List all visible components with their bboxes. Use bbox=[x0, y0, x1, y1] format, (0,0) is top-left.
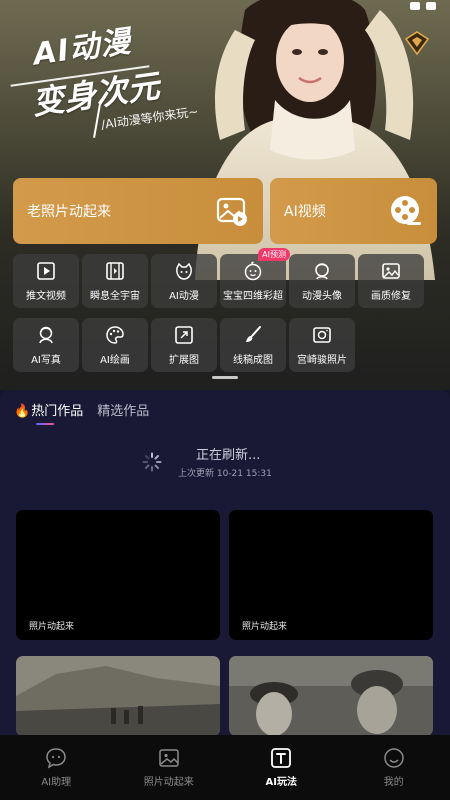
nav-mine[interactable]: 我的 bbox=[338, 735, 450, 800]
last-update-time: 上次更新 10-21 15:31 bbox=[178, 469, 272, 479]
tool-label: 动漫头像 bbox=[302, 290, 342, 302]
works-tabs: 🔥热门作品 精选作品 bbox=[14, 400, 149, 425]
palette-icon bbox=[106, 325, 124, 344]
bottom-nav: AI助理 照片动起来 AI玩法 我的 bbox=[0, 735, 450, 800]
tool-multiverse[interactable]: 瞬息全宇宙 bbox=[82, 254, 148, 308]
tool-label: 推文视频 bbox=[26, 290, 66, 302]
status-icons bbox=[410, 2, 436, 10]
nav-label: 我的 bbox=[383, 777, 404, 788]
tool-anime-avatar[interactable]: 动漫头像 bbox=[289, 254, 355, 308]
expand-icon bbox=[175, 325, 193, 344]
work-card-label: 照片动起来 bbox=[242, 622, 288, 632]
baby-face-icon bbox=[244, 261, 262, 280]
tool-ai-anime[interactable]: AI动漫 bbox=[151, 254, 217, 308]
video-play-icon bbox=[37, 261, 55, 280]
flame-icon: 🔥 bbox=[14, 404, 31, 419]
smile-face-icon bbox=[384, 748, 404, 768]
old-photo-animate-card[interactable]: 老照片动起来 bbox=[13, 178, 263, 244]
work-card[interactable]: 照片动起来 bbox=[16, 510, 220, 640]
ai-predict-badge: AI预测 bbox=[258, 248, 290, 261]
ai-video-card[interactable]: AI视频 bbox=[270, 178, 437, 244]
photo-icon bbox=[159, 749, 179, 767]
nav-ai-play[interactable]: AI玩法 bbox=[225, 735, 338, 800]
text-t-icon bbox=[271, 748, 292, 768]
nav-ai-assistant[interactable]: AI助理 bbox=[0, 735, 113, 800]
old-photo-animate-label: 老照片动起来 bbox=[27, 204, 111, 220]
tool-label: 宫崎骏照片 bbox=[297, 354, 347, 366]
refresh-status: 正在刷新... bbox=[196, 448, 261, 463]
nav-label: AI玩法 bbox=[265, 777, 297, 788]
ai-video-label: AI视频 bbox=[284, 204, 326, 220]
tool-ai-painting[interactable]: AI绘画 bbox=[82, 318, 148, 372]
photo-play-icon bbox=[216, 197, 247, 226]
tool-baby-ultrasound[interactable]: 宝宝四维彩超 AI预测 bbox=[220, 248, 290, 308]
image-icon bbox=[382, 262, 400, 279]
drag-handle[interactable] bbox=[212, 376, 238, 379]
tab-featured-label: 精选作品 bbox=[97, 404, 150, 419]
tool-ai-portrait[interactable]: AI写真 bbox=[13, 318, 79, 372]
work-card-label: 照片动起来 bbox=[29, 622, 75, 632]
hero-banner[interactable]: AI动漫 变身次元 /AI动漫等你来玩~ 老照片动起来 AI视频 推文视频 瞬息… bbox=[0, 0, 450, 390]
tool-label: AI写真 bbox=[31, 354, 61, 366]
film-reel-icon bbox=[391, 196, 421, 225]
work-thumbnail-portrait[interactable] bbox=[229, 656, 433, 736]
tool-label: 扩展图 bbox=[169, 354, 199, 366]
tool-label: AI动漫 bbox=[169, 290, 199, 302]
tab-hot-label: 热门作品 bbox=[31, 404, 84, 419]
film-strip-icon bbox=[106, 261, 124, 280]
tab-hot-works[interactable]: 🔥热门作品 bbox=[14, 400, 84, 425]
works-panel: 🔥热门作品 精选作品 正在刷新... 上次更新 10-21 15:31 照片动起… bbox=[0, 390, 450, 736]
active-tab-indicator bbox=[36, 423, 54, 425]
refresh-indicator: 正在刷新... 上次更新 10-21 15:31 bbox=[142, 444, 272, 479]
tab-featured-works[interactable]: 精选作品 bbox=[97, 400, 149, 419]
work-thumbnail-landscape[interactable] bbox=[16, 656, 220, 736]
tool-ghibli-photo[interactable]: 宫崎骏照片 bbox=[289, 318, 355, 372]
brush-icon bbox=[246, 325, 261, 342]
avatar-icon bbox=[315, 262, 329, 279]
tool-tweet-video[interactable]: 推文视频 bbox=[13, 254, 79, 308]
tool-label: 画质修复 bbox=[371, 290, 411, 302]
tool-quality-repair[interactable]: 画质修复 bbox=[358, 254, 424, 308]
nav-label: AI助理 bbox=[41, 777, 72, 788]
hero-title: AI动漫 变身次元 bbox=[30, 13, 162, 123]
nav-photo-animate[interactable]: 照片动起来 bbox=[113, 735, 226, 800]
portrait-icon bbox=[39, 326, 53, 343]
tool-lineart-to-image[interactable]: 线稿成图 bbox=[220, 318, 286, 372]
tool-label: 宝宝四维彩超 bbox=[223, 290, 283, 302]
tool-expand-image[interactable]: 扩展图 bbox=[151, 318, 217, 372]
camera-frame-icon bbox=[313, 326, 331, 343]
tool-label: 线稿成图 bbox=[233, 354, 273, 366]
nav-label: 照片动起来 bbox=[143, 777, 194, 788]
chat-bubble-icon bbox=[46, 748, 67, 769]
vip-diamond-icon[interactable] bbox=[404, 30, 430, 56]
anime-face-icon bbox=[176, 262, 192, 280]
loading-spinner-icon bbox=[142, 452, 162, 471]
work-card[interactable]: 照片动起来 bbox=[229, 510, 433, 640]
tool-label: AI绘画 bbox=[100, 354, 130, 366]
tool-label: 瞬息全宇宙 bbox=[90, 290, 140, 302]
